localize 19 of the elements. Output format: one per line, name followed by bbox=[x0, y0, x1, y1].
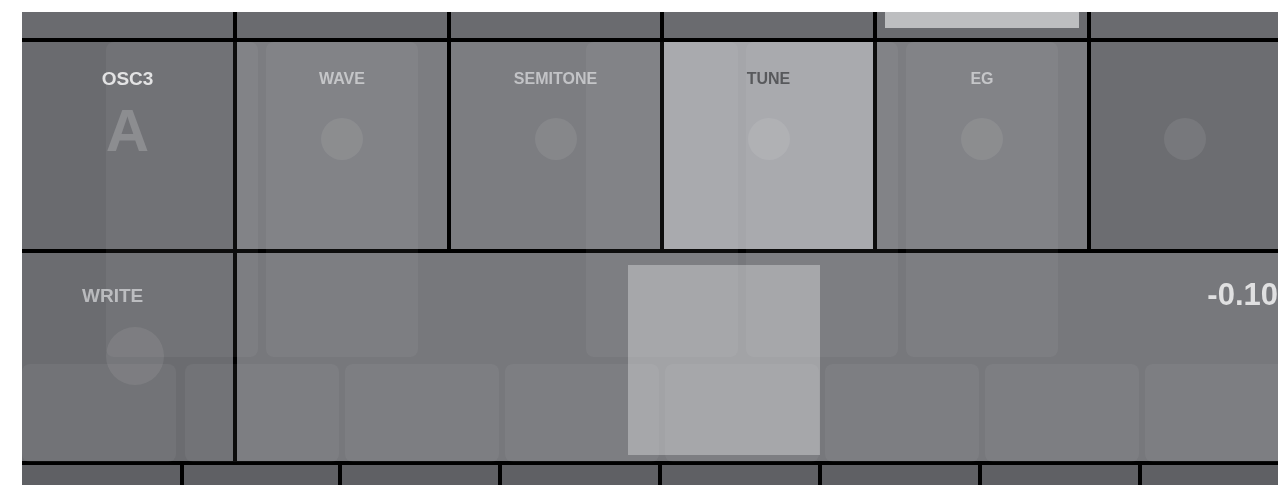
parameter-button[interactable]: TUNE bbox=[664, 41, 873, 250]
pad-button[interactable] bbox=[982, 465, 1138, 485]
pad-button[interactable] bbox=[184, 465, 338, 485]
parameter-button[interactable]: SEMITONE bbox=[451, 41, 660, 250]
write-button[interactable]: WRITE bbox=[22, 253, 233, 462]
pad-button[interactable] bbox=[502, 465, 658, 485]
pad-button[interactable] bbox=[662, 465, 818, 485]
pad-button[interactable] bbox=[1142, 465, 1278, 485]
pad-button[interactable] bbox=[22, 465, 180, 485]
tab[interactable] bbox=[877, 12, 1087, 38]
pad-button[interactable] bbox=[822, 465, 978, 485]
pad-button[interactable] bbox=[342, 465, 498, 485]
parameter-button[interactable]: EG bbox=[877, 41, 1087, 250]
parameter-button[interactable]: WAVE bbox=[237, 41, 447, 250]
slider-value: -0.10 bbox=[1207, 277, 1278, 314]
parameter-button[interactable] bbox=[1091, 41, 1278, 250]
slider-track[interactable]: -0.10 bbox=[237, 253, 1278, 462]
slider-thumb[interactable] bbox=[627, 265, 820, 456]
oscillator-label: OSC3 bbox=[101, 67, 154, 90]
